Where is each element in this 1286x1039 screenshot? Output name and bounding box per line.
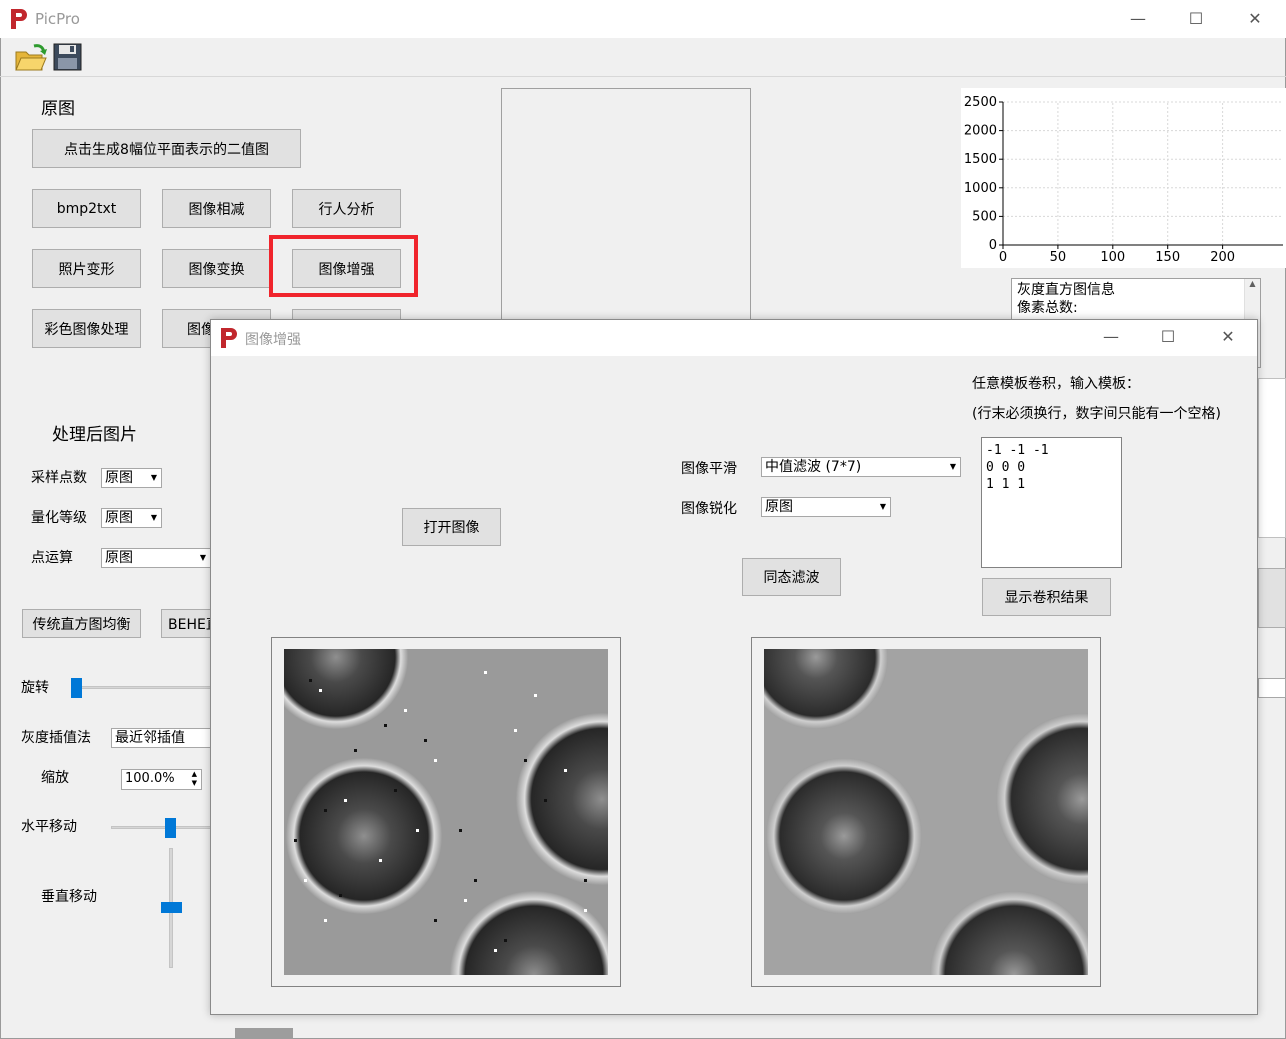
chevron-down-icon: ▼ — [150, 513, 157, 522]
input-image-frame — [271, 637, 621, 987]
hmove-slider-track[interactable] — [111, 826, 211, 829]
hist-info-line-1: 灰度直方图信息 — [1017, 282, 1115, 298]
smooth-label: 图像平滑 — [681, 461, 737, 477]
conv-row-3: 1 1 1 — [986, 477, 1026, 492]
title-bar: PicPro — ☐ ✕ — [0, 0, 1286, 38]
chevron-down-icon: ▼ — [199, 553, 206, 562]
image-transform-button[interactable]: 图像变换 — [162, 249, 271, 288]
dialog-minimize-button[interactable]: — — [1096, 326, 1126, 348]
smooth-select[interactable]: 中值滤波 (7*7) ▼ — [761, 457, 961, 477]
point-op-label: 点运算 — [31, 550, 73, 566]
app-logo-icon — [9, 8, 29, 30]
right-edge-field[interactable] — [1258, 678, 1286, 698]
color-processing-button[interactable]: 彩色图像处理 — [32, 309, 141, 348]
x-tick-label: 50 — [1050, 250, 1067, 265]
app-title: PicPro — [35, 10, 80, 28]
chevron-down-icon: ▼ — [879, 502, 886, 511]
dialog-title-bar: 图像增强 — ☐ ✕ — [211, 320, 1257, 356]
homomorphic-filter-button[interactable]: 同态滤波 — [742, 558, 841, 596]
zoom-label: 缩放 — [41, 770, 69, 786]
enhance-dialog: 图像增强 — ☐ ✕ 打开图像 图像平滑 中值滤波 (7*7) ▼ 图像锐化 原图… — [210, 319, 1258, 1015]
sampling-value: 原图 — [105, 470, 133, 486]
output-image-frame — [751, 637, 1101, 987]
y-tick-label: 500 — [972, 209, 997, 224]
gen-bitplane-button[interactable]: 点击生成8幅位平面表示的二值图 — [32, 129, 301, 168]
save-icon[interactable] — [53, 43, 83, 71]
zoom-value: 100.0% — [125, 771, 175, 786]
conv-row-2: 0 0 0 — [986, 460, 1026, 475]
y-tick-label: 1500 — [964, 152, 997, 167]
quant-select[interactable]: 原图 ▼ — [101, 508, 162, 528]
interp-select[interactable]: 最近邻插值 — [111, 728, 211, 748]
app-logo-icon — [219, 327, 239, 349]
chevron-down-icon: ▼ — [949, 462, 956, 471]
folder-open-icon[interactable] — [14, 42, 48, 74]
sharpen-value: 原图 — [765, 499, 793, 515]
zoom-spinbox[interactable]: 100.0% ▲ ▼ — [121, 769, 202, 790]
right-edge-button[interactable] — [1258, 568, 1286, 628]
scroll-up-icon[interactable]: ▲ — [1245, 279, 1260, 288]
highlight-box — [269, 235, 418, 297]
histogram-svg: 0 50 100 150 20005001000150020002500 — [964, 95, 1283, 265]
image-subtract-button[interactable]: 图像相减 — [162, 189, 271, 228]
dialog-maximize-button[interactable]: ☐ — [1153, 326, 1183, 348]
chevron-down-icon: ▼ — [150, 473, 157, 482]
spin-arrows-icon[interactable]: ▲ ▼ — [192, 770, 197, 788]
sampling-select[interactable]: 原图 ▼ — [101, 468, 162, 488]
rotate-label: 旋转 — [21, 680, 49, 696]
original-image-panel — [501, 88, 751, 328]
processed-label: 处理后图片 — [52, 425, 137, 445]
quant-label: 量化等级 — [31, 510, 87, 526]
vmove-slider-thumb[interactable] — [161, 902, 182, 913]
point-op-value: 原图 — [105, 550, 133, 566]
hist-info-line-2: 像素总数: — [1017, 300, 1078, 316]
toolbar-separator — [0, 76, 1286, 77]
conv-row-1: -1 -1 -1 — [986, 443, 1049, 458]
x-tick-label: 0 — [999, 250, 1007, 265]
hist-eq-button[interactable]: 传统直方图均衡 — [22, 609, 141, 638]
right-edge-panel — [1258, 378, 1286, 538]
sharpen-label: 图像锐化 — [681, 501, 737, 517]
x-tick-label: 100 — [1100, 250, 1125, 265]
y-tick-label: 1000 — [964, 181, 997, 196]
point-op-select[interactable]: 原图 ▼ — [101, 548, 211, 568]
open-image-button[interactable]: 打开图像 — [402, 508, 501, 546]
dialog-title: 图像增强 — [245, 332, 301, 348]
input-image — [284, 649, 608, 975]
conv-hint: (行末必须换行，数字间只能有一个空格) — [972, 406, 1221, 422]
maximize-button[interactable]: ☐ — [1181, 8, 1211, 30]
rotate-slider-track[interactable] — [71, 686, 211, 689]
hmove-slider-thumb[interactable] — [165, 818, 176, 838]
show-conv-result-button[interactable]: 显示卷积结果 — [982, 578, 1111, 616]
sampling-label: 采样点数 — [31, 470, 87, 486]
bottom-scrollbar-thumb[interactable] — [235, 1028, 293, 1039]
vmove-label: 垂直移动 — [41, 889, 97, 905]
original-label: 原图 — [41, 99, 75, 119]
smooth-value: 中值滤波 (7*7) — [765, 459, 862, 475]
minimize-button[interactable]: — — [1123, 8, 1153, 30]
interp-value: 最近邻插值 — [115, 730, 185, 746]
sharpen-select[interactable]: 原图 ▼ — [761, 497, 891, 517]
x-tick-label: 150 — [1155, 250, 1180, 265]
bmp2txt-button[interactable]: bmp2txt — [32, 189, 141, 228]
quant-value: 原图 — [105, 510, 133, 526]
photo-warp-button[interactable]: 照片变形 — [32, 249, 141, 288]
pedestrian-analysis-button[interactable]: 行人分析 — [292, 189, 401, 228]
output-image — [764, 649, 1088, 975]
conv-template-textarea[interactable]: -1 -1 -1 0 0 0 1 1 1 — [981, 437, 1122, 568]
histogram-chart: 0 50 100 150 200 0 500 1000 1500 2000 2500 — [961, 88, 1286, 268]
y-tick-label: 2500 — [964, 95, 997, 110]
close-button[interactable]: ✕ — [1240, 8, 1270, 30]
conv-title: 任意模板卷积，输入模板： — [972, 376, 1140, 392]
y-tick-label: 0 — [989, 238, 997, 253]
y-tick-label: 2000 — [964, 124, 997, 139]
dialog-close-button[interactable]: ✕ — [1213, 326, 1243, 348]
rotate-slider-thumb[interactable] — [71, 678, 82, 698]
interp-label: 灰度插值法 — [21, 730, 91, 746]
hmove-label: 水平移动 — [21, 819, 77, 835]
x-tick-label: 200 — [1210, 250, 1235, 265]
